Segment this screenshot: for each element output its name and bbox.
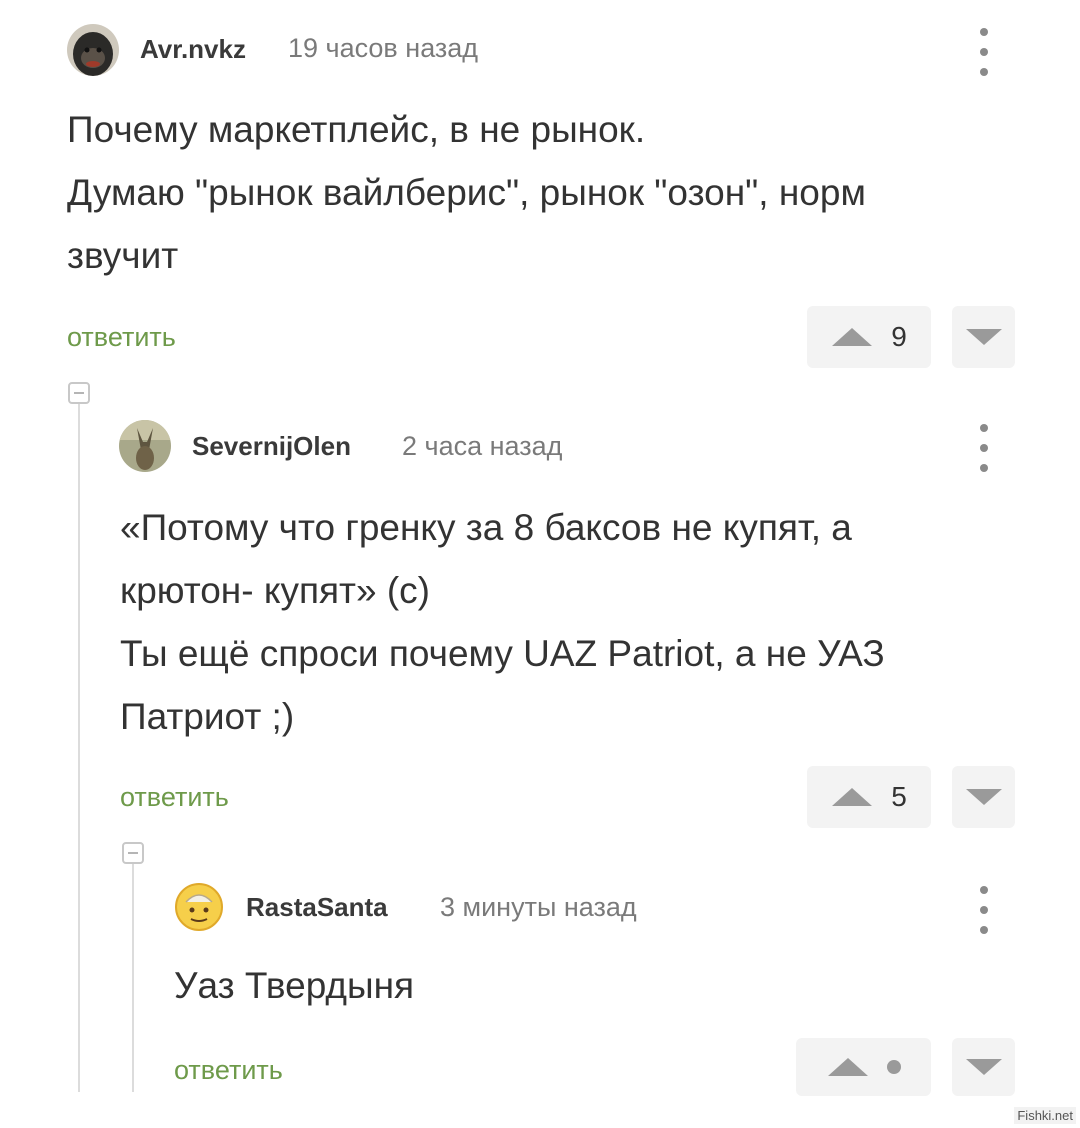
upvote-button[interactable] <box>796 1038 931 1096</box>
avatar[interactable] <box>67 24 119 76</box>
downvote-button[interactable] <box>952 1038 1015 1096</box>
downvote-button[interactable] <box>952 766 1015 828</box>
reply-button[interactable]: ответить <box>120 782 229 813</box>
upvote-arrow-icon <box>827 1058 868 1076</box>
gorilla-avatar-icon <box>67 24 119 76</box>
collapse-thread-button[interactable] <box>122 842 144 864</box>
comment-author[interactable]: SevernijOlen <box>192 431 351 462</box>
more-options-icon[interactable] <box>972 28 996 76</box>
downvote-button[interactable] <box>952 306 1015 368</box>
comment-text: Уаз Твердыня <box>174 965 415 1006</box>
more-options-icon[interactable] <box>972 886 996 934</box>
upvote-arrow-icon <box>832 788 873 806</box>
rating-neutral-dot <box>886 1060 901 1074</box>
comment-text: Почему маркетплейс, в не рынок. Думаю "р… <box>67 109 866 276</box>
upvote-button[interactable]: 5 <box>807 766 931 828</box>
downvote-arrow-icon <box>965 1059 1002 1075</box>
avatar[interactable] <box>174 882 224 932</box>
comment-timestamp: 2 часа назад <box>402 431 563 461</box>
smiley-avatar-icon <box>174 882 224 932</box>
downvote-arrow-icon <box>965 789 1002 805</box>
comment-author[interactable]: Avr.nvkz <box>140 34 246 65</box>
upvote-button[interactable]: 9 <box>807 306 931 368</box>
reply-button[interactable]: ответить <box>67 322 176 353</box>
comment-text: «Потому что гренку за 8 баксов не купят,… <box>120 507 885 737</box>
reply-button[interactable]: ответить <box>174 1055 283 1086</box>
more-options-icon[interactable] <box>972 424 996 472</box>
avatar[interactable] <box>119 420 171 472</box>
thread-line <box>78 404 80 1092</box>
comment-author[interactable]: RastaSanta <box>246 892 388 923</box>
thread-line <box>132 864 134 1092</box>
watermark: Fishki.net <box>1014 1107 1076 1124</box>
collapse-thread-button[interactable] <box>68 382 90 404</box>
rating-count: 9 <box>891 321 907 352</box>
downvote-arrow-icon <box>965 329 1002 345</box>
comment-timestamp: 19 часов назад <box>288 33 479 63</box>
deer-avatar-icon <box>119 420 171 472</box>
rating-count: 5 <box>891 781 907 812</box>
comment-timestamp: 3 минуты назад <box>440 892 637 922</box>
upvote-arrow-icon <box>832 328 873 346</box>
